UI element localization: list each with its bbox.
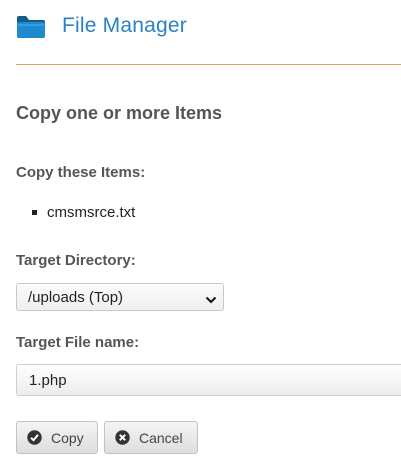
copy-button-label: Copy [51, 429, 84, 446]
target-file-name-label: Target File name: [16, 334, 140, 351]
chevron-down-icon [205, 292, 217, 304]
target-directory-label: Target Directory: [16, 252, 136, 269]
app-title: File Manager [62, 14, 187, 37]
close-circle-icon [115, 430, 130, 445]
target-directory-select[interactable]: /uploads (Top) [16, 283, 224, 311]
list-item: cmsmsrce.txt [16, 202, 135, 222]
item-filename: cmsmsrce.txt [47, 203, 136, 221]
header-divider [16, 64, 401, 65]
checkmark-circle-icon [27, 430, 42, 445]
items-label: Copy these Items: [16, 164, 146, 181]
folder-icon [16, 13, 46, 39]
header: File Manager [16, 8, 187, 44]
cancel-button-label: Cancel [139, 429, 183, 446]
copy-button[interactable]: Copy [16, 421, 98, 454]
target-directory-value: /uploads (Top) [28, 288, 124, 306]
section-title: Copy one or more Items [16, 103, 223, 123]
items-list: cmsmsrce.txt [16, 202, 135, 222]
file-manager-copy-page: File Manager Copy one or more Items Copy… [0, 0, 401, 471]
cancel-button[interactable]: Cancel [104, 421, 198, 454]
bullet [32, 209, 37, 215]
target-file-name-input[interactable] [16, 364, 401, 396]
